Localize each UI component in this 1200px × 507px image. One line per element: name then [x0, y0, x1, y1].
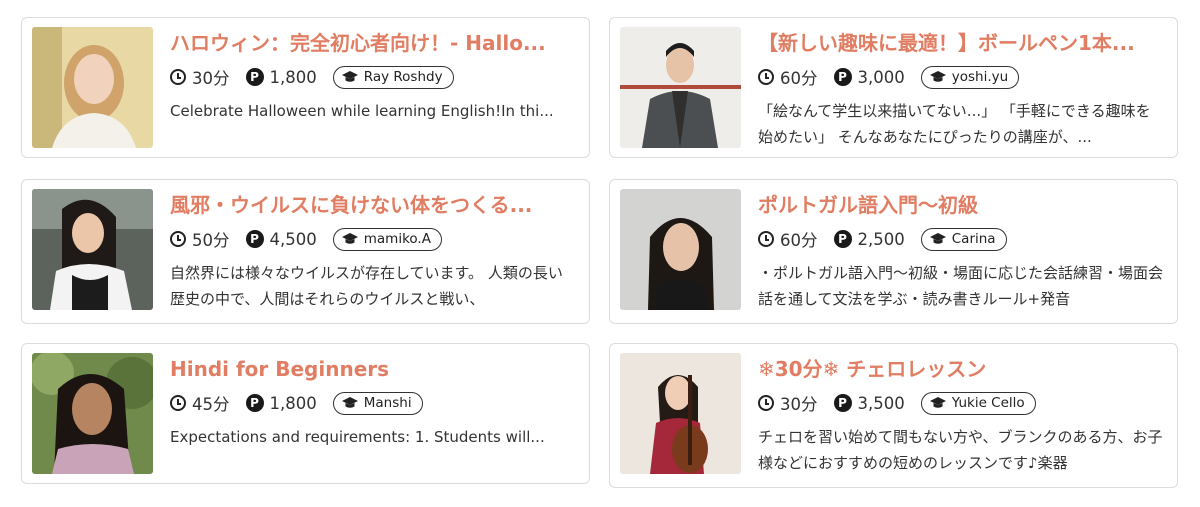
course-description: チェロを習い始めて間もない方や、ブランクのある方、お子様などにおすすめの短めのレ…: [758, 428, 1163, 472]
course-thumbnail[interactable]: [620, 353, 741, 474]
course-duration: 30分: [780, 395, 818, 414]
clock-icon: [170, 231, 186, 247]
tutor-name: Carina: [951, 231, 996, 247]
course-thumbnail[interactable]: [32, 353, 153, 474]
course-description: 自然界には様々なウイルスが存在しています。 人類の長い歴史の中で、人間はそれらの…: [170, 264, 563, 308]
graduation-cap-icon: [341, 71, 358, 82]
tutor-photo: [620, 189, 741, 310]
graduation-cap-icon: [341, 233, 358, 244]
course-meta: 30分 P 3,500 Yukie Cello: [758, 391, 1163, 415]
course-grid: ハロウィン：完全初心者向け！- Hallo... 30分 P 1,800 Ray…: [0, 0, 1200, 507]
clock-icon: [758, 395, 774, 411]
tutor-photo: [620, 27, 741, 148]
tutor-badge[interactable]: yoshi.yu: [920, 65, 1020, 89]
points-icon: P: [833, 394, 852, 412]
course-duration: 50分: [192, 231, 230, 250]
course-thumbnail[interactable]: [32, 189, 153, 310]
clock-icon: [170, 69, 186, 85]
tutor-badge[interactable]: Carina: [920, 227, 1007, 251]
course-title[interactable]: 風邪・ウイルスに負けない体をつくる...: [170, 192, 575, 218]
tutor-name: Yukie Cello: [951, 395, 1025, 411]
course-points: 4,500: [269, 229, 317, 249]
tutor-photo: [32, 27, 153, 148]
tutor-name: Manshi: [363, 395, 412, 411]
tutor-badge[interactable]: mamiko.A: [332, 227, 442, 251]
course-points: 2,500: [857, 229, 905, 249]
tutor-photo: [32, 353, 153, 474]
course-card[interactable]: 【新しい趣味に最適！】ボールペン1本... 60分 P 3,000 yoshi.…: [609, 17, 1178, 158]
course-thumbnail[interactable]: [32, 27, 153, 148]
course-description: Celebrate Halloween while learning Engli…: [170, 102, 554, 120]
course-duration: 30分: [192, 69, 230, 88]
course-title[interactable]: ハロウィン：完全初心者向け！- Hallo...: [170, 30, 575, 56]
course-points: 1,800: [269, 67, 317, 87]
course-duration: 60分: [780, 231, 818, 250]
course-card[interactable]: ❄30分❄ チェロレッスン 30分 P 3,500 Yukie Cello チェ…: [609, 343, 1178, 488]
course-title[interactable]: ポルトガル語入門〜初級: [758, 192, 1163, 218]
tutor-photo: [32, 189, 153, 310]
course-meta: 50分 P 4,500 mamiko.A: [170, 227, 575, 251]
graduation-cap-icon: [929, 71, 946, 82]
course-thumbnail[interactable]: [620, 27, 741, 148]
graduation-cap-icon: [929, 397, 946, 408]
tutor-badge[interactable]: Ray Roshdy: [332, 65, 454, 89]
course-points: 3,500: [857, 393, 905, 413]
course-description: 「絵なんて学生以来描いてない...」 「手軽にできる趣味を始めたい」 そんなあな…: [758, 102, 1151, 146]
course-points: 1,800: [269, 393, 317, 413]
course-card[interactable]: 風邪・ウイルスに負けない体をつくる... 50分 P 4,500 mamiko.…: [21, 179, 590, 324]
course-meta: 60分 P 2,500 Carina: [758, 227, 1163, 251]
course-title[interactable]: Hindi for Beginners: [170, 356, 575, 382]
course-description: ・ポルトガル語入門〜初級・場面に応じた会話練習・場面会話を通して文法を学ぶ・読み…: [758, 264, 1163, 308]
course-card[interactable]: Hindi for Beginners 45分 P 1,800 Manshi E…: [21, 343, 590, 484]
course-meta: 30分 P 1,800 Ray Roshdy: [170, 65, 575, 89]
points-icon: P: [245, 394, 264, 412]
course-duration: 60分: [780, 69, 818, 88]
course-thumbnail[interactable]: [620, 189, 741, 310]
graduation-cap-icon: [929, 233, 946, 244]
course-card[interactable]: ポルトガル語入門〜初級 60分 P 2,500 Carina ・ポルトガル語入門…: [609, 179, 1178, 324]
clock-icon: [758, 69, 774, 85]
tutor-badge[interactable]: Manshi: [332, 391, 423, 415]
tutor-name: mamiko.A: [363, 231, 431, 247]
course-points: 3,000: [857, 67, 905, 87]
clock-icon: [170, 395, 186, 411]
clock-icon: [758, 231, 774, 247]
course-meta: 60分 P 3,000 yoshi.yu: [758, 65, 1163, 89]
course-title[interactable]: ❄30分❄ チェロレッスン: [758, 356, 1163, 382]
tutor-badge[interactable]: Yukie Cello: [920, 391, 1036, 415]
tutor-name: Ray Roshdy: [363, 69, 443, 85]
tutor-name: yoshi.yu: [951, 69, 1009, 85]
course-description: Expectations and requirements: 1. Studen…: [170, 428, 545, 446]
tutor-photo: [620, 353, 741, 474]
points-icon: P: [245, 230, 264, 248]
course-meta: 45分 P 1,800 Manshi: [170, 391, 575, 415]
course-duration: 45分: [192, 395, 230, 414]
course-card[interactable]: ハロウィン：完全初心者向け！- Hallo... 30分 P 1,800 Ray…: [21, 17, 590, 158]
graduation-cap-icon: [341, 397, 358, 408]
points-icon: P: [245, 68, 264, 86]
points-icon: P: [833, 230, 852, 248]
course-title[interactable]: 【新しい趣味に最適！】ボールペン1本...: [758, 30, 1163, 56]
points-icon: P: [833, 68, 852, 86]
